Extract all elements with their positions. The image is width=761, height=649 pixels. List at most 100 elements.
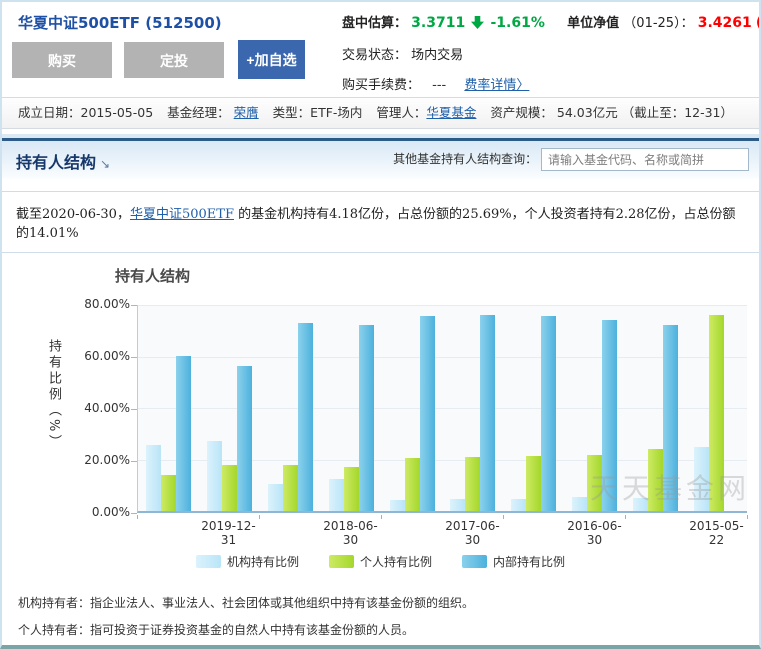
fee-label: 购买手续费： xyxy=(342,78,421,93)
estimate-change: -1.61% xyxy=(490,15,545,31)
bar xyxy=(709,315,725,511)
bar xyxy=(145,444,161,511)
x-axis-label: 2015-05-22 xyxy=(689,519,744,547)
bar xyxy=(541,316,557,511)
legend-swatch-icon xyxy=(195,555,221,568)
fee-value: --- xyxy=(432,78,447,93)
y-tick-mark xyxy=(131,513,137,514)
bar xyxy=(511,499,527,511)
bar xyxy=(633,497,649,511)
bar xyxy=(480,315,496,511)
legend-label: 内部持有比例 xyxy=(493,555,566,569)
y-tick-label: 0.00% xyxy=(91,505,130,519)
manager-link[interactable]: 荣膺 xyxy=(234,105,259,120)
footnote: 个人持有者：指可投资于证券投资基金的自然人中持有该基金份额的人员。 xyxy=(18,623,415,637)
bar xyxy=(465,457,481,511)
header-quote: 盘中估算： 3.3711 -1.61% 单位净值 （01-25）： 3.4261… xyxy=(342,12,759,104)
legend-label: 个人持有比例 xyxy=(359,555,432,569)
bar xyxy=(160,474,176,511)
nav-change: ( 0.11% ) xyxy=(756,15,759,31)
bar xyxy=(236,365,252,511)
trade-status-value: 场内交易 xyxy=(411,48,464,63)
y-tick-label: 40.00% xyxy=(84,401,130,415)
fund-search-input[interactable] xyxy=(541,148,749,171)
bar xyxy=(343,467,359,511)
bar-group xyxy=(443,305,504,511)
bar xyxy=(648,448,664,511)
holder-summary: 截至2020-06-30，华夏中证500ETF 的基金机构持有4.18亿份，占总… xyxy=(2,191,759,253)
fee-detail-link[interactable]: 费率详情〉 xyxy=(464,78,529,93)
bar xyxy=(175,355,191,511)
y-tick-mark xyxy=(131,357,137,358)
bar xyxy=(221,465,237,511)
bar xyxy=(694,447,710,511)
bar xyxy=(450,499,466,511)
holder-structure-chart: 持有人结构 持有比例（%） 80.00% 60.00% 40.00% 20.00% 0.… xyxy=(2,253,759,585)
estimate-line: 盘中估算： 3.3711 -1.61% 单位净值 （01-25）： 3.4261… xyxy=(342,12,759,33)
corner-arrow-icon: ↘ xyxy=(100,157,111,171)
summary-fund-link[interactable]: 华夏中证500ETF xyxy=(130,207,234,222)
plot-area xyxy=(137,305,747,513)
bar-group xyxy=(321,305,382,511)
bar-group xyxy=(260,305,321,511)
x-axis-label: 2019-12-31 xyxy=(201,519,256,547)
bar xyxy=(419,315,435,511)
bar xyxy=(587,454,603,511)
bar-group xyxy=(382,305,443,511)
bar-group xyxy=(686,305,747,511)
x-axis-label xyxy=(381,519,442,547)
legend-item[interactable]: 个人持有比例 xyxy=(328,553,432,570)
x-axis-labels: 2019-12-31 2018-06-30 2017-06-30 2016-06-30… xyxy=(137,519,747,547)
nav-value: 3.4261 xyxy=(697,15,752,31)
y-tick-mark xyxy=(131,461,137,462)
query-label: 其他基金持有人结构查询： xyxy=(393,152,538,166)
bars xyxy=(138,305,747,511)
legend-label: 机构持有比例 xyxy=(226,555,299,569)
fee-line: 购买手续费： --- 费率详情〉 xyxy=(342,74,759,93)
estimate-label: 盘中估算： xyxy=(342,16,408,31)
bar xyxy=(389,500,405,511)
bar xyxy=(404,457,420,511)
company-link[interactable]: 华夏基金 xyxy=(426,105,476,120)
legend-swatch-icon xyxy=(328,555,354,568)
x-axis-label xyxy=(137,519,198,547)
y-tick-mark xyxy=(131,305,137,306)
buy-button[interactable]: 购买 xyxy=(12,42,112,78)
bar-group xyxy=(564,305,625,511)
legend-item[interactable]: 内部持有比例 xyxy=(462,553,565,570)
x-axis-label xyxy=(503,519,564,547)
chart-legend: 机构持有比例 个人持有比例 内部持有比例 xyxy=(2,553,759,570)
fund-title: 华夏中证500ETF (512500) xyxy=(18,12,222,33)
type-label: 类型： xyxy=(272,105,311,120)
x-axis-label: 2018-06-30 xyxy=(323,519,378,547)
nav-label: 单位净值 xyxy=(567,16,620,31)
bar xyxy=(206,441,222,511)
inception-label: 成立日期： xyxy=(18,105,81,120)
add-watchlist-button[interactable]: +加自选 xyxy=(238,40,305,79)
fund-name: 华夏中证500ETF xyxy=(18,14,141,32)
x-axis-label: 2017-06-30 xyxy=(445,519,500,547)
y-tick-label: 60.00% xyxy=(84,349,130,363)
x-tick-mark xyxy=(747,515,748,519)
down-arrow-icon xyxy=(471,16,485,33)
summary-prefix: 截至2020-06-30， xyxy=(16,207,130,222)
section-title: 持有人结构 ↘ xyxy=(16,153,111,172)
fund-query: 其他基金持有人结构查询： xyxy=(393,148,749,171)
fund-page: 华夏中证500ETF (512500) 购买 定投 +加自选 盘中估算： 3.3… xyxy=(0,0,761,649)
y-tick-label: 80.00% xyxy=(84,297,130,311)
bar-group xyxy=(138,305,199,511)
aip-button[interactable]: 定投 xyxy=(124,42,224,78)
bar-group xyxy=(199,305,260,511)
bar xyxy=(526,456,542,511)
holder-structure-section-header: 持有人结构 ↘ 其他基金持有人结构查询： xyxy=(2,138,759,179)
x-axis-label xyxy=(625,519,686,547)
estimate-value: 3.3711 xyxy=(411,15,466,31)
y-tick-label: 20.00% xyxy=(84,453,130,467)
bar xyxy=(282,465,298,511)
company-label: 管理人： xyxy=(376,105,427,120)
legend-item[interactable]: 机构持有比例 xyxy=(195,553,299,570)
footnote: 机构持有者：指企业法人、事业法人、社会团体或其他组织中持有该基金份额的组织。 xyxy=(18,596,475,610)
bar-group xyxy=(625,305,686,511)
inception-value: 2015-05-05 xyxy=(80,105,154,120)
bar-group xyxy=(503,305,564,511)
